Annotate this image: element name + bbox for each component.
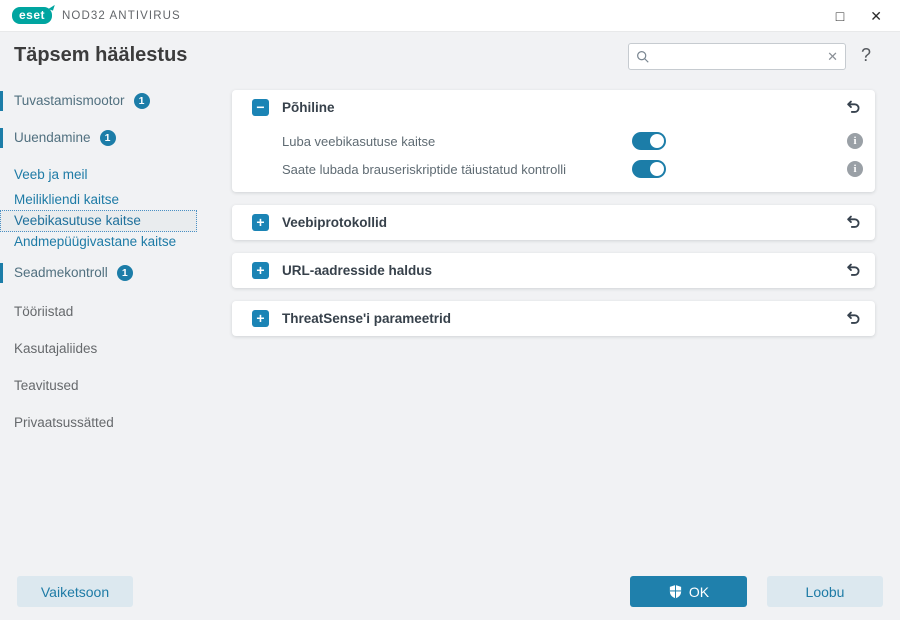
changed-bar	[0, 128, 3, 148]
changed-bar	[0, 263, 3, 283]
revert-button[interactable]	[843, 309, 863, 329]
default-settings-button[interactable]: Vaiketsoon	[17, 576, 133, 607]
sidebar-item-meilikliendi-kaitse[interactable]: Meilikliendi kaitse	[0, 189, 230, 211]
sidebar-item-veebikasutuse-kaitse[interactable]: Veebikasutuse kaitse	[0, 210, 197, 232]
panel-title: Põhiline	[282, 100, 335, 115]
shield-icon	[669, 584, 681, 599]
sidebar-item-veeb-ja-meil[interactable]: Veeb ja meil	[0, 164, 230, 186]
change-count-badge: 1	[99, 130, 116, 146]
revert-button[interactable]	[843, 213, 863, 233]
setting-label: Luba veebikasutuse kaitse	[282, 133, 436, 149]
window-controls: □ ✕	[836, 9, 888, 23]
panel-header: − Põhiline	[232, 90, 875, 125]
setting-row: Luba veebikasutuse kaitse i	[232, 127, 875, 155]
revert-button[interactable]	[843, 261, 863, 281]
info-icon[interactable]: i	[847, 133, 863, 149]
undo-icon	[846, 263, 859, 276]
panel-url-aadresside-haldus: + URL-aadresside haldus	[232, 253, 875, 288]
sidebar-item-tuvastamismootor[interactable]: Tuvastamismootor 1	[0, 90, 230, 112]
panel-body: Luba veebikasutuse kaitse i Saate lubada…	[232, 125, 875, 192]
undo-icon	[846, 100, 859, 113]
eset-logo: eset	[12, 7, 53, 24]
search-input[interactable]	[655, 49, 823, 64]
search-icon	[637, 50, 649, 63]
info-icon[interactable]: i	[847, 161, 863, 177]
sidebar-item-kasutajaliides[interactable]: Kasutajaliides	[0, 338, 230, 360]
panel-title: ThreatSense'i parameetrid	[282, 311, 452, 326]
sidebar-item-tooriistad[interactable]: Tööriistad	[0, 301, 230, 323]
changed-bar	[0, 91, 3, 111]
sidebar-item-teavitused[interactable]: Teavitused	[0, 375, 230, 397]
change-count-badge: 1	[116, 265, 133, 281]
panel-header: + URL-aadresside haldus	[232, 253, 875, 288]
app-title: NOD32 ANTIVIRUS	[62, 9, 181, 22]
panel-threatsense-parameetrid: + ThreatSense'i parameetrid	[232, 301, 875, 336]
expand-icon[interactable]: +	[252, 262, 269, 279]
sidebar-item-seadmekontroll[interactable]: Seadmekontroll 1	[0, 262, 230, 284]
close-icon[interactable]: ✕	[870, 9, 882, 23]
sidebar-item-uuendamine[interactable]: Uuendamine 1	[0, 127, 230, 149]
panel-title: Veebiprotokollid	[282, 215, 388, 230]
toggle-knob	[650, 162, 664, 176]
page-title: Täpsem häälestus	[14, 44, 188, 66]
sidebar-item-privaatsussatted[interactable]: Privaatsussätted	[0, 412, 230, 434]
panel-title: URL-aadresside haldus	[282, 263, 433, 278]
panel-veebiprotokollid: + Veebiprotokollid	[232, 205, 875, 240]
undo-icon	[846, 311, 859, 324]
clear-search-icon[interactable]: ✕	[827, 49, 838, 65]
undo-icon	[846, 215, 859, 228]
cancel-button[interactable]: Loobu	[767, 576, 883, 607]
panel-header: + Veebiprotokollid	[232, 205, 875, 240]
panel-pohiline: − Põhiline Luba veebikasutuse kaitse i S…	[232, 90, 875, 192]
change-count-badge: 1	[133, 93, 150, 109]
sidebar-item-andmepuugivastane-kaitse[interactable]: Andmepüügivastane kaitse	[0, 231, 230, 253]
ok-button[interactable]: OK	[630, 576, 747, 607]
help-icon[interactable]: ?	[861, 45, 871, 66]
maximize-icon[interactable]: □	[836, 9, 844, 23]
setting-label: Saate lubada brauseriskriptide täiustatu…	[282, 161, 567, 177]
panel-header: + ThreatSense'i parameetrid	[232, 301, 875, 336]
settings-panels: − Põhiline Luba veebikasutuse kaitse i S…	[232, 90, 875, 349]
setting-row: Saate lubada brauseriskriptide täiustatu…	[232, 155, 875, 183]
titlebar: eset NOD32 ANTIVIRUS □ ✕	[0, 0, 900, 32]
expand-icon[interactable]: +	[252, 310, 269, 327]
search-box[interactable]: ✕	[628, 43, 846, 70]
toggle-knob	[650, 134, 664, 148]
collapse-icon[interactable]: −	[252, 99, 269, 116]
toggle-brauseriskriptide-kontroll[interactable]	[632, 160, 666, 178]
revert-button[interactable]	[843, 98, 863, 118]
expand-icon[interactable]: +	[252, 214, 269, 231]
toggle-veebikasutuse-kaitse[interactable]	[632, 132, 666, 150]
